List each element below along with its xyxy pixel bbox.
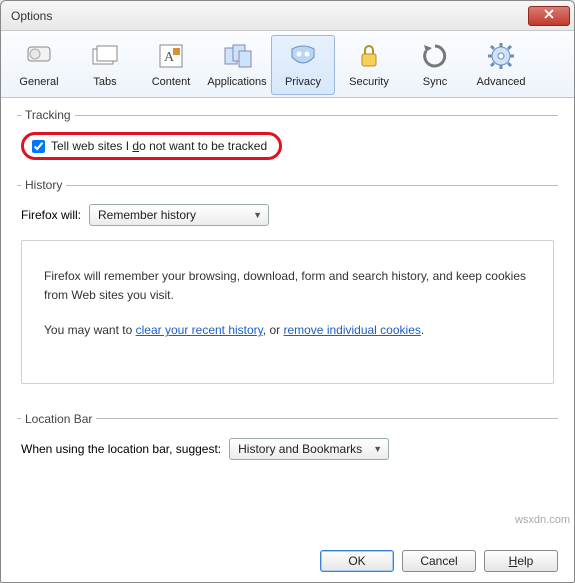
location-bar-group: Location Bar When using the location bar…	[17, 412, 558, 474]
chevron-down-icon: ▼	[253, 210, 262, 220]
tab-content[interactable]: A Content	[139, 35, 203, 95]
do-not-track-label[interactable]: Tell web sites I do not want to be track…	[51, 139, 267, 153]
tab-security[interactable]: Security	[337, 35, 401, 95]
dialog-buttons: OK Cancel Help	[320, 550, 558, 572]
help-button[interactable]: Help	[484, 550, 558, 572]
switch-icon	[23, 40, 55, 72]
tab-label: Applications	[207, 76, 266, 88]
history-mode-value: Remember history	[98, 208, 196, 222]
sync-icon	[419, 40, 451, 72]
history-mode-select[interactable]: Remember history ▼	[89, 204, 269, 226]
history-info-links: You may want to clear your recent histor…	[44, 321, 531, 340]
tab-advanced[interactable]: Advanced	[469, 35, 533, 95]
history-info-box: Firefox will remember your browsing, dow…	[21, 240, 554, 384]
location-bar-select[interactable]: History and Bookmarks ▼	[229, 438, 389, 460]
location-bar-value: History and Bookmarks	[238, 442, 362, 456]
tabs-icon	[89, 40, 121, 72]
tab-label: Content	[152, 76, 191, 88]
watermark-text: wsxdn.com	[515, 514, 570, 526]
cancel-button[interactable]: Cancel	[402, 550, 476, 572]
remove-cookies-link[interactable]: remove individual cookies	[283, 323, 420, 337]
tab-tabs[interactable]: Tabs	[73, 35, 137, 95]
content-area: Tracking Tell web sites I do not want to…	[1, 98, 574, 474]
chevron-down-icon: ▼	[373, 444, 382, 454]
close-icon	[544, 9, 554, 19]
history-legend: History	[21, 178, 66, 192]
content-icon: A	[155, 40, 187, 72]
applications-icon	[221, 40, 253, 72]
tab-label: Privacy	[285, 76, 321, 88]
tracking-legend: Tracking	[21, 108, 75, 122]
history-info-text: Firefox will remember your browsing, dow…	[44, 267, 531, 305]
ok-button[interactable]: OK	[320, 550, 394, 572]
close-button[interactable]	[528, 6, 570, 26]
tracking-group: Tracking Tell web sites I do not want to…	[17, 108, 558, 166]
titlebar: Options	[1, 1, 574, 31]
tab-label: Tabs	[93, 76, 116, 88]
tab-label: General	[19, 76, 58, 88]
gear-icon	[485, 40, 517, 72]
tab-general[interactable]: General	[7, 35, 71, 95]
location-bar-legend: Location Bar	[21, 412, 96, 426]
do-not-track-checkbox[interactable]	[32, 140, 45, 153]
tab-sync[interactable]: Sync	[403, 35, 467, 95]
tab-label: Sync	[423, 76, 447, 88]
tab-label: Advanced	[477, 76, 526, 88]
options-window: Options General Tabs A Content	[0, 0, 575, 583]
lock-icon	[353, 40, 385, 72]
tracking-highlight: Tell web sites I do not want to be track…	[21, 132, 282, 160]
history-group: History Firefox will: Remember history ▼…	[17, 178, 558, 400]
category-toolbar: General Tabs A Content Applications Priv…	[1, 31, 574, 98]
location-bar-label: When using the location bar, suggest:	[21, 442, 221, 456]
mask-icon	[287, 40, 319, 72]
window-title: Options	[11, 9, 52, 23]
tab-label: Security	[349, 76, 389, 88]
clear-history-link[interactable]: clear your recent history	[136, 323, 263, 337]
tab-privacy[interactable]: Privacy	[271, 35, 335, 95]
tab-applications[interactable]: Applications	[205, 35, 269, 95]
history-will-label: Firefox will:	[21, 208, 81, 222]
